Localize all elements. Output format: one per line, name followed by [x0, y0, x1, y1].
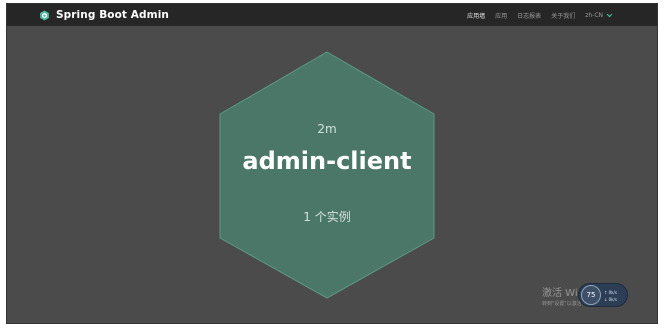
app-title: Spring Boot Admin: [56, 9, 169, 21]
nav-menu: 应用墙 应用 日志报表 关于我们 zh-CN: [467, 4, 613, 26]
hexagon-time-since: 2m: [317, 122, 337, 136]
brand[interactable]: Spring Boot Admin: [39, 9, 169, 21]
browser-viewport: Spring Boot Admin 应用墙 应用 日志报表 关于我们 zh-CN…: [6, 3, 658, 324]
nav-item-about[interactable]: 关于我们: [551, 11, 575, 20]
language-selector[interactable]: zh-CN: [585, 12, 613, 19]
spring-boot-admin-logo-icon: [40, 10, 49, 20]
hexagon-instance-count: 1 个实例: [303, 210, 351, 224]
network-speed-widget[interactable]: 75 ↑ 0k/s ↓ 0k/s: [578, 283, 628, 307]
language-value: zh-CN: [585, 11, 603, 19]
download-speed-value: 0k/s: [608, 297, 617, 302]
nav-item-journal[interactable]: 日志报表: [517, 11, 541, 20]
application-hexagon[interactable]: 2m admin-client 1 个实例: [218, 50, 436, 300]
nav-item-wallboard[interactable]: 应用墙: [467, 11, 485, 20]
download-speed: ↓ 0k/s: [604, 297, 617, 302]
upload-speed-value: 0k/s: [608, 290, 617, 295]
top-navbar: Spring Boot Admin 应用墙 应用 日志报表 关于我们 zh-CN: [7, 4, 657, 26]
nav-item-applications[interactable]: 应用: [495, 11, 507, 20]
chevron-down-icon: [606, 13, 613, 17]
hexagon-content: 2m admin-client 1 个实例: [218, 50, 436, 300]
hexagon-app-name: admin-client: [242, 147, 412, 175]
upload-speed: ↑ 0k/s: [604, 290, 617, 295]
network-gauge: 75: [581, 285, 601, 305]
